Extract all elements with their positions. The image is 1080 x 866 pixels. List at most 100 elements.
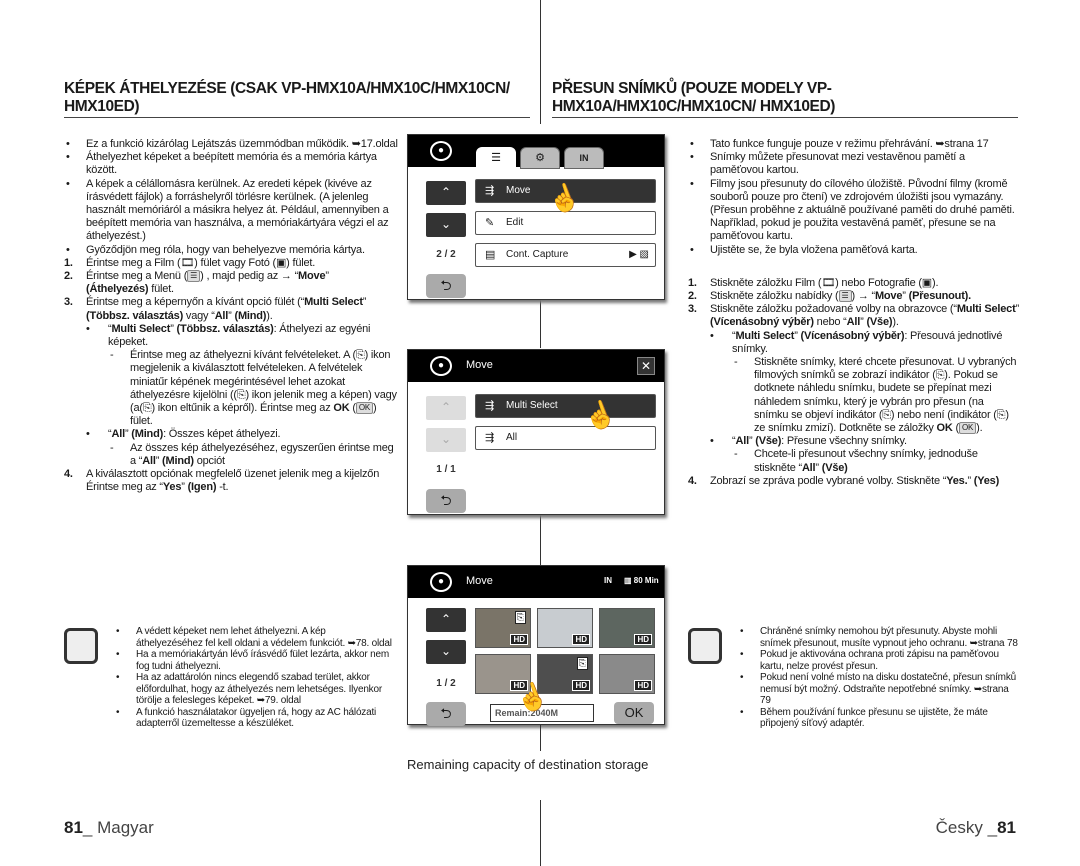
page-indicator: 1 / 1 [436, 464, 456, 475]
left-column: • Ez a funkció kizárólag Lejátszás üzemmó… [64, 138, 400, 494]
film-mode-icon: ● [430, 356, 452, 376]
cont-capture-icon: ▤ [485, 249, 496, 261]
tab-settings[interactable]: ⚙ [520, 147, 560, 169]
page-divider [540, 515, 541, 565]
callout-line [540, 725, 541, 751]
thumbnail[interactable]: HD [537, 608, 593, 648]
menu-icon: ☰ [838, 290, 852, 303]
select-all-icon: ⇶ [485, 432, 495, 444]
ok-button[interactable]: OK [614, 702, 654, 724]
footer-page-hu: 81_ Magyar [64, 818, 154, 837]
note-item: • Ha a memóriakártyán lévő írásvédő fület… [116, 649, 389, 672]
back-button[interactable]: ⮌ [426, 489, 466, 513]
note-item: • Chráněné snímky nemohou být přesunuty. … [740, 626, 1018, 649]
back-button[interactable]: ⮌ [426, 274, 466, 298]
battery-icon: ▥ 80 Min [624, 576, 659, 585]
multi-select-detail: - Érintse meg az áthelyezni kívánt felvét… [110, 349, 397, 428]
all-bullet: • “All” (Vše): Přesune všechny snímky. [710, 435, 907, 448]
tab-storage[interactable]: IN [564, 147, 604, 169]
film-mode-icon[interactable]: ● [430, 141, 452, 161]
note-icon [64, 628, 98, 664]
note-item: • Ha az adattárolón nincs elegendő szabad… [116, 672, 382, 706]
menu-item-multi-select[interactable]: ⇶ Multi Select [475, 394, 656, 418]
up-button[interactable]: ⌃ [426, 396, 466, 420]
bullet-item: • Snímky můžete přesunovat mezi vestavěno… [690, 151, 965, 177]
cont-capture-value: ▶ ▧ [629, 249, 649, 260]
multi-select-bullet: • “Multi Select” (Vícenásobný výběr): Pře… [710, 329, 1003, 355]
down-button[interactable]: ⌄ [426, 213, 466, 237]
step-1: 1. Érintse meg a Film (🎞) fület vagy Fotó… [64, 256, 316, 269]
bullet-item: • Ez a funkció kizárólag Lejátszás üzemmó… [66, 138, 398, 150]
note-item: • Pokud je aktivována ochrana proti zápis… [740, 649, 999, 672]
film-mode-icon: ● [430, 572, 452, 592]
footer-page-cz: Česky _81 [935, 818, 1016, 837]
hd-badge: HD [634, 680, 652, 691]
move-icon: ⇶ [485, 185, 495, 197]
all-detail: - Chcete-li přesunout všechny snímky, jed… [734, 448, 978, 474]
note-item: • A védett képeket nem lehet áthelyezni. … [116, 626, 392, 649]
bullet-item: • Filmy jsou přesunuty do cílového úložiš… [690, 177, 1015, 243]
page-divider [540, 300, 541, 348]
up-button[interactable]: ⌃ [426, 181, 466, 205]
back-button[interactable]: ⮌ [426, 702, 466, 726]
thumbnail-screen: ● Move IN ▥ 80 Min ⌃ ⌄ 1 / 2 ⮌ HD ⎘ HD HD HD… [407, 565, 665, 726]
multi-select-bullet: • “Multi Select” (Többsz. választás): Áth… [86, 322, 371, 349]
down-button[interactable]: ⌄ [426, 428, 466, 452]
page-divider-bottom [540, 800, 541, 866]
right-column: • Tato funkce funguje pouze v režimu přeh… [688, 138, 1020, 488]
selected-indicator-icon: ⎘ [576, 657, 588, 670]
figure-caption: Remaining capacity of destination storag… [407, 757, 649, 772]
step-2: 2. Stiskněte záložku nabídky (☰) → “Move”… [688, 290, 971, 303]
note-box-cz: • Chráněné snímky nemohou být přesunuty. … [688, 626, 1018, 730]
page-indicator: 1 / 2 [436, 678, 456, 689]
page-divider-top [540, 0, 541, 124]
ok-icon: OK [958, 422, 977, 435]
ok-icon: OK [355, 402, 373, 415]
step-4: 4. Zobrazí se zpráva podle vybrané volby.… [688, 474, 1000, 487]
note-item: • Pokud není volné místo na disku dostate… [740, 672, 1016, 706]
step-4: 4. A kiválasztott opciónak megfelelő üzen… [64, 468, 380, 494]
multi-select-detail: - Stiskněte snímky, které chcete přesunov… [734, 356, 1017, 435]
bullet-item: • Győződjön meg róla, hogy van behelyezve… [66, 243, 365, 256]
thumbnail[interactable]: HD [599, 654, 655, 694]
menu-icon: ☰ [187, 270, 201, 283]
bullet-item: • Ujistěte se, že byla vložena paměťová k… [690, 243, 918, 256]
thumbnail[interactable]: HD [599, 608, 655, 648]
move-screen: ● Move ✕ ⌃ ⌄ 1 / 1 ⮌ ⇶ Multi Select ⇶ All … [407, 349, 665, 515]
thumbnail[interactable]: HD ⎘ [475, 608, 531, 648]
selected-indicator-icon: ⎘ [514, 611, 526, 624]
step-3: 3. Érintse meg a képernyőn a kívánt opció… [64, 296, 367, 322]
hd-badge: HD [572, 634, 590, 645]
tab-menu[interactable]: ☰ [476, 147, 516, 171]
page-indicator: 2 / 2 [436, 249, 456, 260]
screen-title: Move [466, 359, 493, 371]
hd-badge: HD [634, 634, 652, 645]
hd-badge: HD [572, 680, 590, 691]
bullet-item: • A képek a célállomásra kerülnek. Az ere… [66, 177, 389, 243]
step-2: 2. Érintse meg a Menü (☰) , majd pedig az… [64, 270, 329, 296]
step-3: 3. Stiskněte záložku požadované volby na … [688, 303, 1020, 329]
pencil-icon: ✎ [485, 217, 495, 229]
all-detail: - Az összes kép áthelyezéséhez, egyszerűe… [110, 441, 394, 467]
internal-memory-icon: IN [604, 576, 612, 585]
close-button[interactable]: ✕ [637, 357, 655, 375]
menu-item-all[interactable]: ⇶ All [475, 426, 656, 450]
note-item: • A funkció használatakor ügyeljen rá, ho… [116, 706, 377, 730]
note-box-hu: • A védett képeket nem lehet áthelyezni. … [64, 626, 394, 730]
menu-item-cont-capture[interactable]: ▤ Cont. Capture ▶ ▧ [475, 243, 656, 267]
up-button[interactable]: ⌃ [426, 608, 466, 632]
step-1: 1. Stiskněte záložku Film (🎞) nebo Fotogr… [688, 276, 939, 289]
menu-screen: ● ☰ ⚙ IN ⌃ ⌄ 2 / 2 ⮌ ⇶ Move ✎ Edit ▤ Cont. … [407, 134, 665, 300]
section-heading-cz: PŘESUN SNÍMKŮ (POUZE MODELY VP-HMX10A/HM… [552, 80, 1018, 118]
bullet-item: • Áthelyezhet képeket a beépített memória… [66, 151, 377, 177]
down-button[interactable]: ⌄ [426, 640, 466, 664]
note-icon [688, 628, 722, 664]
bullet-item: • Tato funkce funguje pouze v režimu přeh… [690, 138, 989, 150]
screen-title: Move [466, 575, 493, 587]
hd-badge: HD [510, 634, 528, 645]
menu-item-edit[interactable]: ✎ Edit [475, 211, 656, 235]
multi-select-icon: ⇶ [485, 400, 495, 412]
note-item: • Během používání funkce přesunu se ujist… [740, 706, 988, 730]
all-bullet: • “All” (Mind): Összes képet áthelyezi. [86, 428, 281, 441]
section-heading-hu: KÉPEK ÁTHELYEZÉSE (CSAK VP-HMX10A/HMX10C… [64, 80, 530, 118]
